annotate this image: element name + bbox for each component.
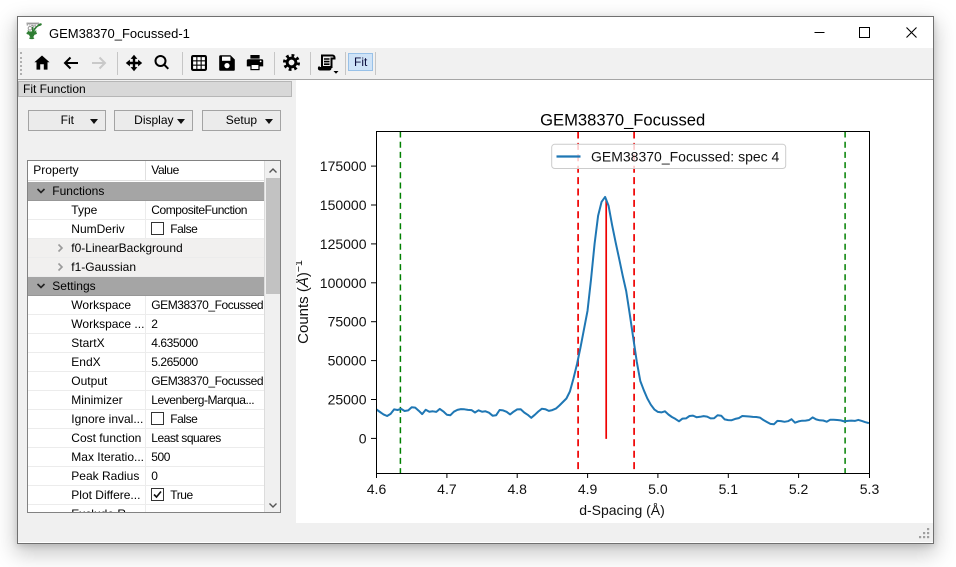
svg-text:5.2: 5.2 [789,481,809,497]
svg-text:4.6: 4.6 [367,481,387,497]
svg-text:d-Spacing (Å): d-Spacing (Å) [579,502,665,518]
svg-text:4.9: 4.9 [578,481,598,497]
svg-text:125000: 125000 [320,236,367,252]
svg-text:100000: 100000 [320,275,367,291]
svg-text:25000: 25000 [328,392,367,408]
svg-text:GEM38370_Focussed: spec 4: GEM38370_Focussed: spec 4 [591,149,780,165]
svg-text:5.0: 5.0 [648,481,668,497]
svg-text:GEM38370_Focussed: GEM38370_Focussed [540,111,705,130]
svg-text:5.3: 5.3 [860,481,880,497]
svg-text:5.1: 5.1 [719,481,739,497]
svg-text:4.8: 4.8 [507,481,527,497]
svg-text:0: 0 [359,430,367,446]
svg-text:150000: 150000 [320,197,367,213]
svg-text:75000: 75000 [328,314,367,330]
svg-text:50000: 50000 [328,353,367,369]
svg-text:4.7: 4.7 [437,481,457,497]
svg-text:175000: 175000 [320,158,367,174]
svg-text:Counts (Å)−1: Counts (Å)−1 [296,260,312,344]
